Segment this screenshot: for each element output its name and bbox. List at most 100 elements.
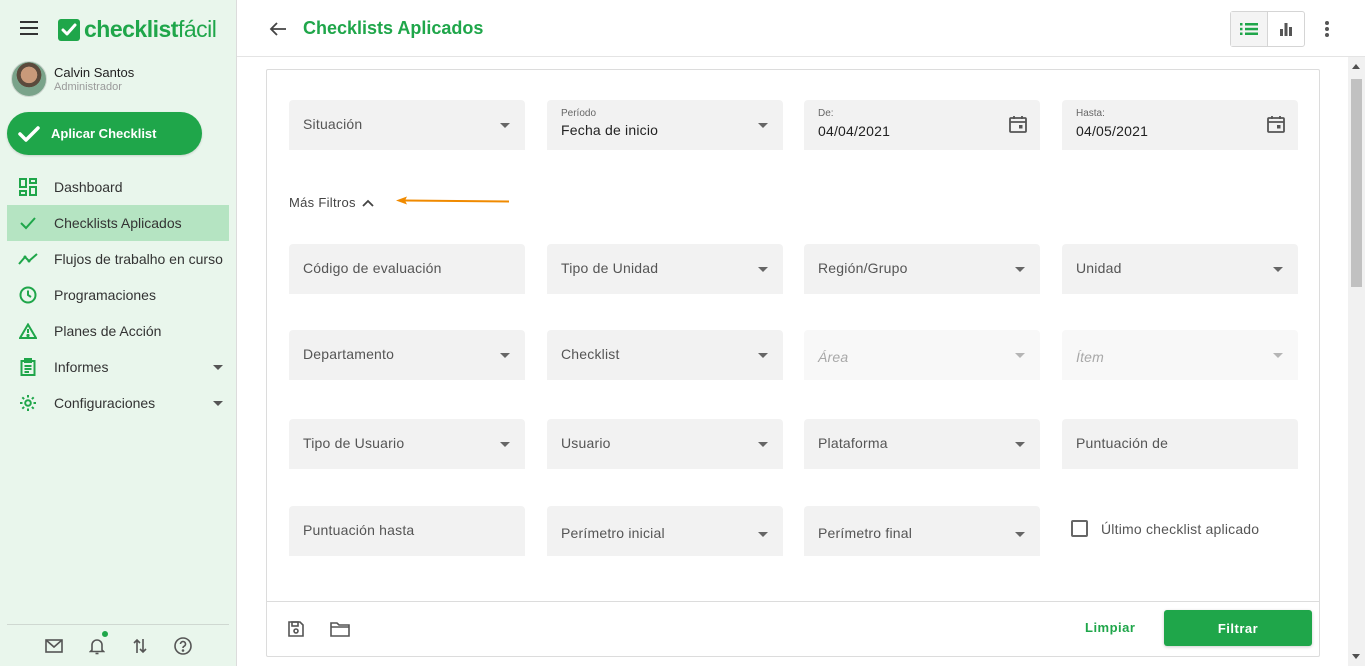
apply-checklist-label: Aplicar Checklist xyxy=(51,126,157,141)
notification-dot xyxy=(102,631,108,637)
scroll-down-icon[interactable] xyxy=(1352,654,1360,659)
ultimo-checklist-checkbox[interactable]: Último checklist aplicado xyxy=(1071,520,1259,537)
sidebar-item-programaciones[interactable]: Programaciones xyxy=(7,277,229,313)
more-filters-label: Más Filtros xyxy=(289,195,356,210)
date-from-label: De: xyxy=(818,108,834,119)
date-from-value: 04/04/2021 xyxy=(818,123,891,139)
filter-button[interactable]: Filtrar xyxy=(1164,610,1312,646)
menu-icon[interactable] xyxy=(20,21,38,35)
chart-view-button[interactable] xyxy=(1268,12,1304,46)
bar-chart-icon xyxy=(1280,23,1292,36)
sidebar-item-label: Planes de Acción xyxy=(54,323,162,339)
bell-icon[interactable] xyxy=(86,631,108,657)
swap-icon[interactable] xyxy=(129,635,151,657)
puntuacion-de-label: Puntuación de xyxy=(1076,435,1169,451)
sidebar-item-informes[interactable]: Informes xyxy=(7,349,229,385)
sidebar-item-label: Informes xyxy=(54,359,109,375)
dropdown-arrow-icon xyxy=(1015,442,1025,447)
scrollbar[interactable] xyxy=(1348,57,1365,666)
unidad-label: Unidad xyxy=(1076,260,1122,276)
help-icon[interactable] xyxy=(172,635,194,657)
tipo-usuario-select[interactable]: Tipo de Usuario xyxy=(289,419,525,469)
trending-icon xyxy=(18,249,38,269)
gear-icon xyxy=(18,393,38,413)
item-select: Ítem xyxy=(1062,330,1298,380)
dashboard-icon xyxy=(18,177,38,197)
checkbox-box[interactable] xyxy=(1071,520,1088,537)
date-to-label: Hasta: xyxy=(1076,108,1105,119)
user-profile[interactable]: Calvin Santos Administrador xyxy=(11,61,134,97)
perimetro-final-select[interactable]: Perímetro final xyxy=(804,506,1040,556)
usuario-select[interactable]: Usuario xyxy=(547,419,783,469)
dropdown-arrow-icon xyxy=(1273,353,1283,358)
region-label: Región/Grupo xyxy=(818,260,908,276)
plataforma-select[interactable]: Plataforma xyxy=(804,419,1040,469)
situacion-select[interactable]: Situación xyxy=(289,100,525,150)
perimetro-inicial-label: Perímetro inicial xyxy=(561,525,665,541)
chevron-up-icon xyxy=(362,199,374,207)
unidad-select[interactable]: Unidad xyxy=(1062,244,1298,294)
usuario-label: Usuario xyxy=(561,435,611,451)
dropdown-arrow-icon xyxy=(500,353,510,358)
tipo-unidad-select[interactable]: Tipo de Unidad xyxy=(547,244,783,294)
dropdown-arrow-icon xyxy=(758,267,768,272)
sidebar-item-flujos[interactable]: Flujos de trabalho en curso xyxy=(7,241,229,277)
codigo-evaluacion-input[interactable]: Código de evaluación xyxy=(289,244,525,294)
dropdown-arrow-icon xyxy=(758,123,768,128)
sidebar-nav: Dashboard Checklists Aplicados Flujos de… xyxy=(7,169,229,421)
back-arrow-icon[interactable] xyxy=(267,18,289,40)
view-toggle xyxy=(1230,11,1305,47)
checklist-select[interactable]: Checklist xyxy=(547,330,783,380)
chevron-down-icon xyxy=(213,365,223,370)
perimetro-final-label: Perímetro final xyxy=(818,525,913,541)
dropdown-arrow-icon xyxy=(500,442,510,447)
puntuacion-hasta-label: Puntuación hasta xyxy=(303,522,415,538)
dropdown-arrow-icon xyxy=(758,353,768,358)
more-filters-toggle[interactable]: Más Filtros xyxy=(289,195,374,210)
dropdown-arrow-icon xyxy=(500,123,510,128)
dropdown-arrow-icon xyxy=(1015,267,1025,272)
periodo-value: Fecha de inicio xyxy=(561,122,659,138)
calendar-icon[interactable] xyxy=(1266,114,1286,134)
codigo-label: Código de evaluación xyxy=(303,260,442,276)
sidebar-item-planes[interactable]: Planes de Acción xyxy=(7,313,229,349)
sidebar-item-label: Flujos de trabalho en curso xyxy=(54,251,223,267)
scroll-thumb[interactable] xyxy=(1351,79,1362,287)
periodo-select[interactable]: Período Fecha de inicio xyxy=(547,100,783,150)
list-view-button[interactable] xyxy=(1231,12,1268,46)
dropdown-arrow-icon xyxy=(758,442,768,447)
scroll-up-icon[interactable] xyxy=(1352,64,1360,69)
logo-text: checklistfácil xyxy=(84,16,217,42)
avatar xyxy=(11,61,47,97)
sidebar: checklistfácil Calvin Santos Administrad… xyxy=(0,0,237,666)
folder-icon[interactable] xyxy=(329,618,351,640)
clear-button[interactable]: Limpiar xyxy=(1085,620,1135,635)
checklist-label: Checklist xyxy=(561,346,620,362)
sidebar-item-label: Checklists Aplicados xyxy=(54,215,182,231)
sidebar-item-configuraciones[interactable]: Configuraciones xyxy=(7,385,229,421)
calendar-icon[interactable] xyxy=(1008,114,1028,134)
save-icon[interactable] xyxy=(285,618,307,640)
sidebar-item-label: Configuraciones xyxy=(54,395,156,411)
filters-footer: Limpiar Filtrar xyxy=(267,601,1319,657)
dropdown-arrow-icon xyxy=(1015,532,1025,537)
apply-checklist-button[interactable]: Aplicar Checklist xyxy=(7,112,202,155)
more-vert-icon[interactable] xyxy=(1323,18,1331,40)
dropdown-arrow-icon xyxy=(758,532,768,537)
check-icon xyxy=(18,213,38,233)
dropdown-arrow-icon xyxy=(1015,353,1025,358)
sidebar-item-checklists-aplicados[interactable]: Checklists Aplicados xyxy=(7,205,229,241)
perimetro-inicial-select[interactable]: Perímetro inicial xyxy=(547,506,783,556)
logo[interactable]: checklistfácil xyxy=(58,16,217,43)
departamento-select[interactable]: Departamento xyxy=(289,330,525,380)
puntuacion-hasta-input[interactable]: Puntuación hasta xyxy=(289,506,525,556)
region-grupo-select[interactable]: Región/Grupo xyxy=(804,244,1040,294)
mail-icon[interactable] xyxy=(43,635,65,657)
date-from-field[interactable]: De: 04/04/2021 xyxy=(804,100,1040,150)
periodo-label: Período xyxy=(561,108,597,119)
puntuacion-de-input[interactable]: Puntuación de xyxy=(1062,419,1298,469)
sidebar-item-dashboard[interactable]: Dashboard xyxy=(7,169,229,205)
annotation-arrow-icon xyxy=(396,196,510,205)
clipboard-icon xyxy=(18,357,38,377)
date-to-field[interactable]: Hasta: 04/05/2021 xyxy=(1062,100,1298,150)
